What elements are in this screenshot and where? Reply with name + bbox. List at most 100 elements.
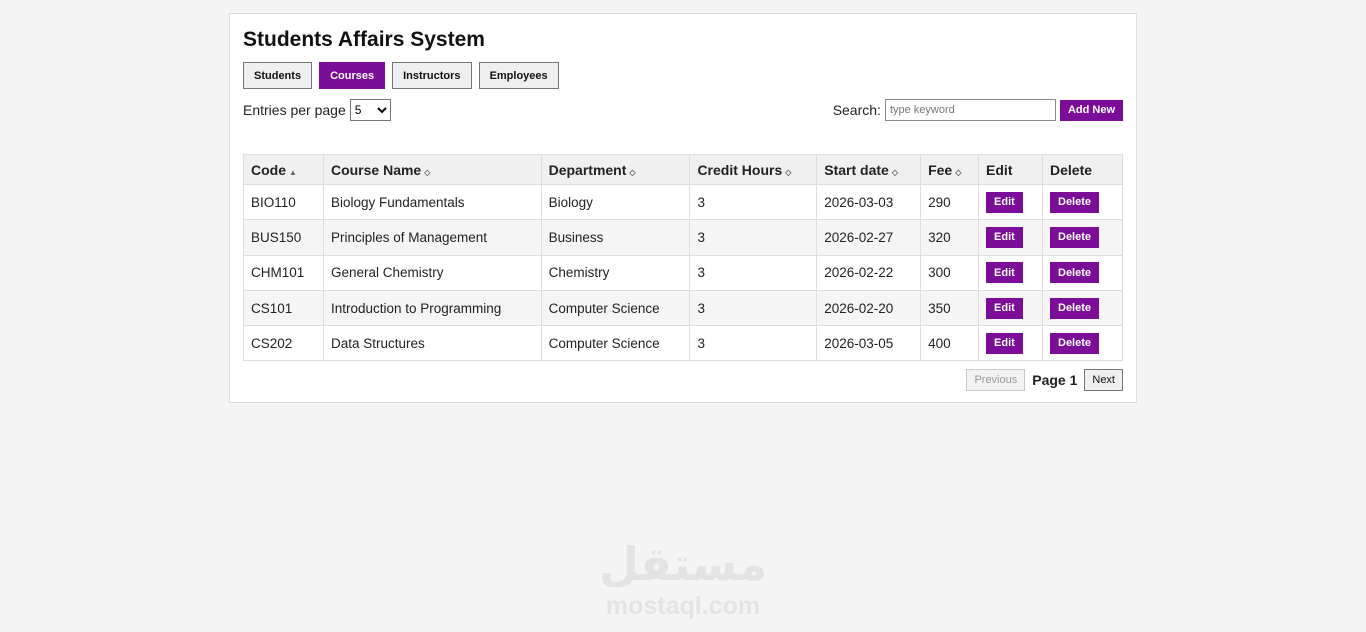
tab-instructors[interactable]: Instructors bbox=[392, 62, 472, 89]
cell-start-date: 2026-02-20 bbox=[816, 289, 922, 327]
cell-fee: 400 bbox=[920, 325, 980, 362]
column-label: Edit bbox=[986, 161, 1013, 178]
cell-code: CHM101 bbox=[243, 254, 324, 291]
cell-fee: 350 bbox=[920, 289, 980, 327]
table-row: CHM101 General Chemistry Chemistry 3 202… bbox=[243, 254, 1123, 291]
cell-code: BIO110 bbox=[243, 183, 324, 221]
cell-credit-hours: 3 bbox=[689, 289, 818, 327]
watermark-logo: مستقل mostaql.com bbox=[0, 536, 1366, 620]
column-header-credit-hours[interactable]: Credit Hours ◇ bbox=[689, 154, 818, 185]
next-button[interactable]: Next bbox=[1084, 369, 1123, 392]
previous-button[interactable]: Previous bbox=[966, 369, 1026, 392]
cell-edit: Edit bbox=[978, 289, 1043, 327]
nav-tabs: Students Courses Instructors Employees bbox=[243, 62, 1123, 89]
column-label: Fee bbox=[928, 161, 953, 178]
cell-delete: Delete bbox=[1042, 289, 1123, 327]
courses-table: Code ▲ Course Name ◇ Department ◇ Credit Ho… bbox=[243, 154, 1123, 362]
delete-button[interactable]: Delete bbox=[1050, 332, 1100, 354]
column-label: Department bbox=[548, 161, 627, 178]
column-header-start-date[interactable]: Start date ◇ bbox=[816, 154, 922, 185]
table-controls: Entries per page 5 Search: Add New bbox=[243, 99, 1123, 121]
cell-credit-hours: 3 bbox=[689, 254, 818, 291]
cell-edit: Edit bbox=[978, 254, 1043, 291]
column-header-fee[interactable]: Fee ◇ bbox=[920, 154, 980, 185]
cell-course-name: Introduction to Programming bbox=[322, 289, 542, 327]
cell-course-name: Data Structures bbox=[322, 325, 542, 362]
search-label: Search: bbox=[832, 102, 881, 118]
cell-department: Computer Science bbox=[540, 289, 691, 327]
column-header-edit: Edit bbox=[978, 154, 1043, 185]
cell-credit-hours: 3 bbox=[689, 325, 818, 362]
cell-start-date: 2026-03-03 bbox=[816, 183, 922, 221]
entries-control: Entries per page 5 bbox=[243, 99, 391, 121]
sort-asc-icon: ▲ bbox=[289, 167, 297, 177]
search-control: Search: Add New bbox=[833, 99, 1123, 121]
cell-course-name: General Chemistry bbox=[322, 254, 542, 291]
edit-button[interactable]: Edit bbox=[986, 332, 1023, 354]
cell-fee: 290 bbox=[920, 183, 980, 221]
delete-button[interactable]: Delete bbox=[1050, 297, 1100, 319]
column-header-course-name[interactable]: Course Name ◇ bbox=[322, 154, 542, 185]
sort-icon: ◇ bbox=[424, 167, 431, 177]
page-title: Students Affairs System bbox=[243, 28, 485, 51]
cell-delete: Delete bbox=[1042, 325, 1123, 362]
tab-employees[interactable]: Employees bbox=[478, 62, 559, 89]
cell-delete: Delete bbox=[1042, 183, 1123, 221]
delete-button[interactable]: Delete bbox=[1050, 191, 1100, 213]
cell-edit: Edit bbox=[978, 325, 1043, 362]
cell-fee: 300 bbox=[920, 254, 980, 291]
table-header-row: Code ▲ Course Name ◇ Department ◇ Credit Ho… bbox=[243, 154, 1123, 185]
add-new-button[interactable]: Add New bbox=[1059, 99, 1123, 121]
column-label: Code bbox=[251, 161, 286, 178]
entries-select[interactable]: 5 bbox=[349, 99, 391, 121]
table-row: BIO110 Biology Fundamentals Biology 3 20… bbox=[243, 183, 1123, 221]
table-row: CS202 Data Structures Computer Science 3… bbox=[243, 325, 1123, 362]
cell-credit-hours: 3 bbox=[689, 183, 818, 221]
page-indicator: Page 1 bbox=[1032, 372, 1078, 389]
cell-department: Business bbox=[540, 219, 691, 256]
table-row: BUS150 Principles of Management Business… bbox=[243, 219, 1123, 256]
pagination: Previous Page 1 Next bbox=[243, 369, 1123, 392]
entries-label: Entries per page bbox=[243, 102, 346, 118]
tab-courses[interactable]: Courses bbox=[319, 62, 386, 89]
column-label: Course Name bbox=[330, 161, 422, 178]
sort-icon: ◇ bbox=[891, 167, 898, 177]
column-label: Credit Hours bbox=[697, 161, 783, 178]
watermark-arabic-text: مستقل bbox=[598, 537, 768, 591]
delete-button[interactable]: Delete bbox=[1050, 262, 1100, 284]
cell-credit-hours: 3 bbox=[689, 219, 818, 256]
cell-course-name: Biology Fundamentals bbox=[322, 183, 542, 221]
cell-fee: 320 bbox=[920, 219, 980, 256]
table-row: CS101 Introduction to Programming Comput… bbox=[243, 289, 1123, 327]
delete-button[interactable]: Delete bbox=[1050, 226, 1100, 248]
column-label: Start date bbox=[824, 161, 889, 178]
search-input[interactable] bbox=[884, 99, 1056, 121]
edit-button[interactable]: Edit bbox=[986, 262, 1023, 284]
cell-department: Computer Science bbox=[540, 325, 691, 362]
cell-code: BUS150 bbox=[243, 219, 324, 256]
cell-edit: Edit bbox=[978, 219, 1043, 256]
edit-button[interactable]: Edit bbox=[986, 297, 1023, 319]
edit-button[interactable]: Edit bbox=[986, 191, 1023, 213]
cell-code: CS202 bbox=[243, 325, 324, 362]
sort-icon: ◇ bbox=[955, 167, 962, 177]
sort-icon: ◇ bbox=[629, 167, 636, 177]
column-header-department[interactable]: Department ◇ bbox=[540, 154, 691, 185]
cell-start-date: 2026-02-27 bbox=[816, 219, 922, 256]
cell-delete: Delete bbox=[1042, 219, 1123, 256]
watermark-domain-text: mostaql.com bbox=[605, 592, 761, 620]
cell-start-date: 2026-02-22 bbox=[816, 254, 922, 291]
cell-department: Biology bbox=[540, 183, 691, 221]
cell-edit: Edit bbox=[978, 183, 1043, 221]
sort-icon: ◇ bbox=[785, 167, 792, 177]
edit-button[interactable]: Edit bbox=[986, 226, 1023, 248]
cell-course-name: Principles of Management bbox=[322, 219, 542, 256]
cell-code: CS101 bbox=[243, 289, 324, 327]
column-header-code[interactable]: Code ▲ bbox=[243, 154, 324, 185]
column-header-delete: Delete bbox=[1042, 154, 1123, 185]
column-label: Delete bbox=[1050, 161, 1093, 178]
cell-department: Chemistry bbox=[540, 254, 691, 291]
tab-students[interactable]: Students bbox=[243, 62, 313, 89]
cell-start-date: 2026-03-05 bbox=[816, 325, 922, 362]
main-panel: Students Affairs System Students Courses… bbox=[229, 13, 1137, 403]
